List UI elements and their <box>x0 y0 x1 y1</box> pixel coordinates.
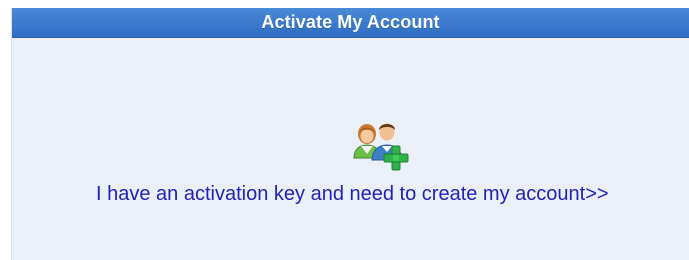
create-account-link[interactable]: I have an activation key and need to cre… <box>96 183 609 206</box>
add-users-icon <box>350 116 414 172</box>
activate-account-panel: Activate My Account I have an activation… <box>11 8 689 260</box>
panel-title: Activate My Account <box>12 8 689 38</box>
